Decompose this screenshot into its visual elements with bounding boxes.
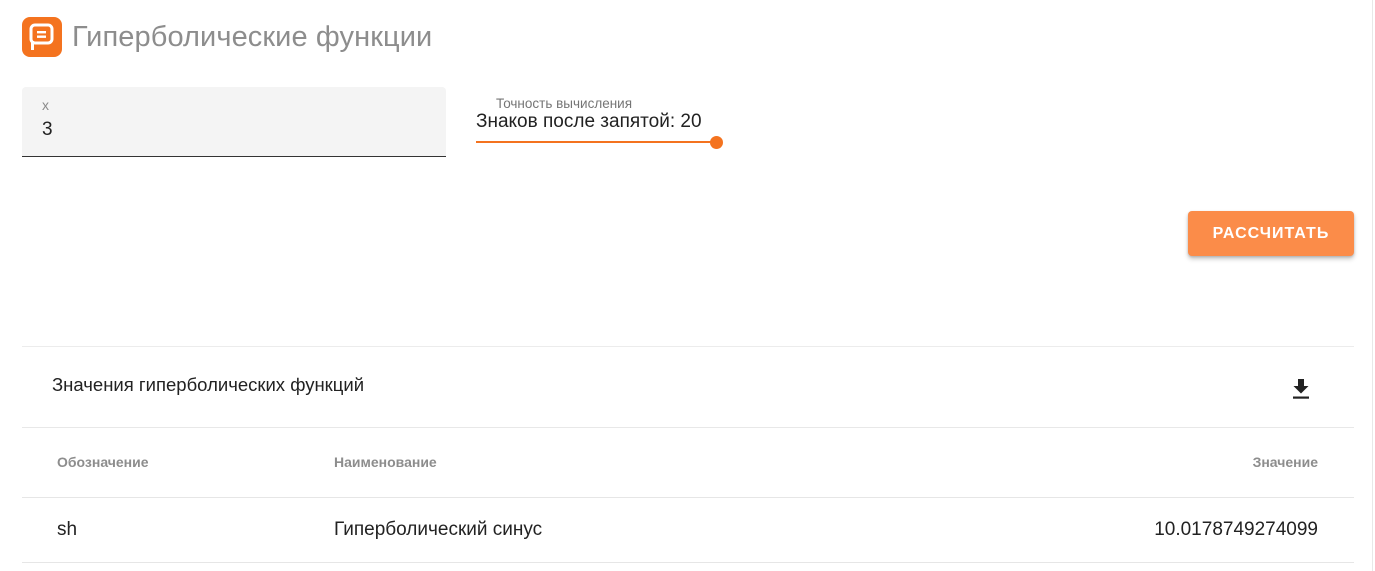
- column-header-name[interactable]: Наименование: [334, 454, 437, 470]
- table-header-divider: [22, 497, 1354, 498]
- precision-slider-thumb[interactable]: [710, 136, 723, 149]
- page-title: Гиперболические функции: [72, 20, 433, 53]
- precision-value-text: Знаков после запятой: 20: [476, 111, 702, 132]
- table-row-divider: [22, 562, 1354, 563]
- row-name: Гиперболический синус: [334, 519, 543, 540]
- results-card-title: Значения гиперболических функций: [52, 374, 365, 395]
- window-right-edge: [1372, 0, 1373, 571]
- calculator-logo-icon: [22, 17, 62, 57]
- download-icon[interactable]: [1291, 377, 1311, 401]
- x-input-field[interactable]: x: [22, 87, 446, 157]
- x-input[interactable]: [42, 119, 422, 141]
- column-header-symbol[interactable]: Обозначение: [57, 454, 149, 470]
- precision-slider-track[interactable]: [476, 141, 718, 143]
- results-card-divider: [22, 427, 1354, 428]
- row-value: 10.0178749274099: [1154, 519, 1318, 540]
- x-input-label: x: [42, 97, 49, 113]
- app-header: Гиперболические функции: [22, 16, 432, 58]
- column-header-value[interactable]: Значение: [1253, 454, 1318, 470]
- precision-label: Точность вычисления: [496, 96, 633, 111]
- row-symbol: sh: [57, 519, 78, 540]
- calculate-button[interactable]: РАССЧИТАТЬ: [1188, 211, 1354, 256]
- results-card-top-border: [22, 346, 1354, 347]
